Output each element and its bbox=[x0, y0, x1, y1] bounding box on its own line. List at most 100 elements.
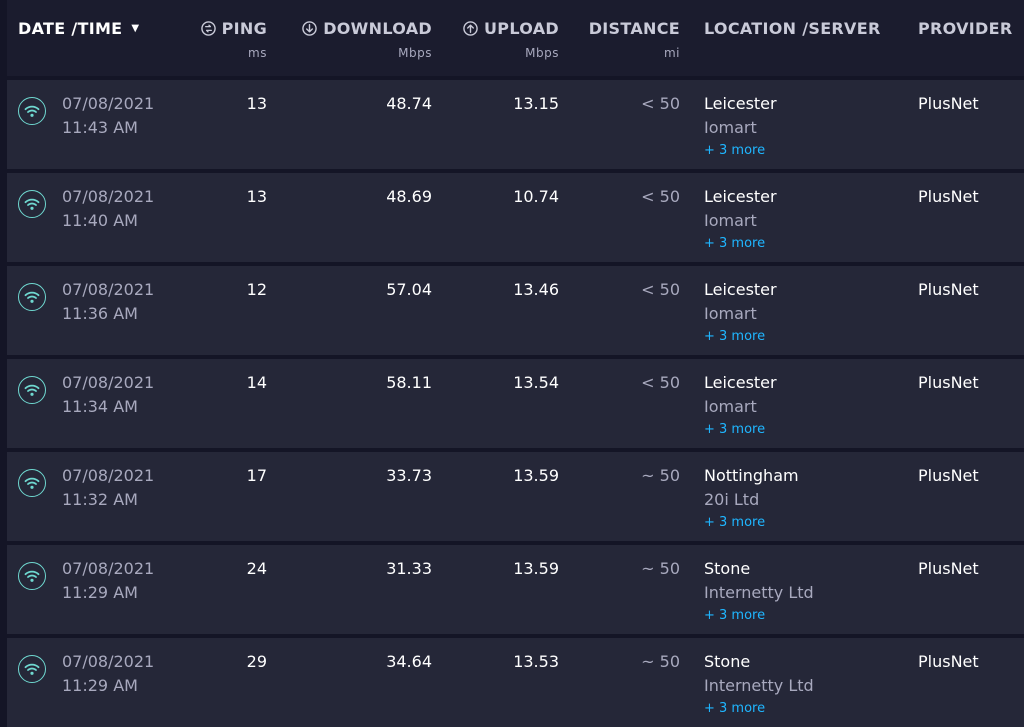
result-date: 07/08/2021 bbox=[62, 559, 155, 578]
wifi-icon bbox=[18, 283, 46, 311]
distance-value: < 50 bbox=[641, 280, 680, 299]
result-time: 11:43 AM bbox=[62, 118, 138, 137]
column-location[interactable]: LOCATION /SERVER bbox=[704, 19, 881, 38]
location-header-label: LOCATION /SERVER bbox=[704, 19, 881, 38]
result-date: 07/08/2021 bbox=[62, 466, 155, 485]
column-distance[interactable]: DISTANCE mi bbox=[582, 19, 680, 60]
column-download[interactable]: DOWNLOAD Mbps bbox=[297, 19, 432, 60]
more-servers-link[interactable]: + 3 more bbox=[704, 143, 765, 158]
provider-header-label: PROVIDER bbox=[918, 19, 1013, 38]
table-row[interactable]: 07/08/2021 11:29 AM 29 34.64 13.53 ~ 50 … bbox=[7, 638, 1024, 727]
column-datetime[interactable]: DATE /TIME ▼ bbox=[18, 19, 139, 38]
ping-value: 24 bbox=[246, 559, 267, 578]
column-ping[interactable]: PING ms bbox=[197, 19, 267, 60]
table-row[interactable]: 07/08/2021 11:29 AM 24 31.33 13.59 ~ 50 … bbox=[7, 545, 1024, 634]
download-value: 48.69 bbox=[386, 187, 432, 206]
table-row[interactable]: 07/08/2021 11:36 AM 12 57.04 13.46 < 50 … bbox=[7, 266, 1024, 355]
upload-value: 13.59 bbox=[513, 466, 559, 485]
download-value: 48.74 bbox=[386, 94, 432, 113]
download-header-label: DOWNLOAD bbox=[323, 19, 432, 38]
distance-unit: mi bbox=[663, 46, 680, 60]
wifi-icon bbox=[18, 469, 46, 497]
provider-value: PlusNet bbox=[918, 280, 979, 299]
result-time: 11:32 AM bbox=[62, 490, 138, 509]
ping-value: 14 bbox=[246, 373, 267, 392]
wifi-icon bbox=[18, 655, 46, 683]
results-table: DATE /TIME ▼ PING ms DOWNLOAD Mbps UPLOA… bbox=[7, 0, 1024, 727]
distance-value: < 50 bbox=[641, 187, 680, 206]
distance-header-label: DISTANCE bbox=[588, 19, 680, 38]
ping-value: 29 bbox=[246, 652, 267, 671]
wifi-icon bbox=[18, 190, 46, 218]
provider-value: PlusNet bbox=[918, 94, 979, 113]
more-servers-link[interactable]: + 3 more bbox=[704, 422, 765, 437]
more-servers-link[interactable]: + 3 more bbox=[704, 236, 765, 251]
result-date: 07/08/2021 bbox=[62, 187, 155, 206]
ping-value: 13 bbox=[246, 187, 267, 206]
provider-value: PlusNet bbox=[918, 373, 979, 392]
provider-value: PlusNet bbox=[918, 187, 979, 206]
ping-value: 12 bbox=[246, 280, 267, 299]
result-date: 07/08/2021 bbox=[62, 373, 155, 392]
column-upload[interactable]: UPLOAD Mbps bbox=[447, 19, 559, 60]
download-value: 33.73 bbox=[386, 466, 432, 485]
download-value: 31.33 bbox=[386, 559, 432, 578]
server-city: Leicester bbox=[704, 187, 777, 206]
result-time: 11:40 AM bbox=[62, 211, 138, 230]
upload-value: 13.53 bbox=[513, 652, 559, 671]
result-date: 07/08/2021 bbox=[62, 652, 155, 671]
server-sponsor: Iomart bbox=[704, 397, 757, 416]
table-header: DATE /TIME ▼ PING ms DOWNLOAD Mbps UPLOA… bbox=[7, 0, 1024, 76]
distance-value: ~ 50 bbox=[641, 466, 680, 485]
server-city: Stone bbox=[704, 559, 751, 578]
server-sponsor: Internetty Ltd bbox=[704, 676, 814, 695]
upload-value: 13.59 bbox=[513, 559, 559, 578]
upload-arrow-icon bbox=[463, 21, 478, 36]
ping-value: 13 bbox=[246, 94, 267, 113]
server-sponsor: Iomart bbox=[704, 304, 757, 323]
more-servers-link[interactable]: + 3 more bbox=[704, 515, 765, 530]
provider-value: PlusNet bbox=[918, 466, 979, 485]
upload-value: 10.74 bbox=[513, 187, 559, 206]
upload-value: 13.46 bbox=[513, 280, 559, 299]
table-row[interactable]: 07/08/2021 11:43 AM 13 48.74 13.15 < 50 … bbox=[7, 80, 1024, 169]
provider-value: PlusNet bbox=[918, 652, 979, 671]
table-row[interactable]: 07/08/2021 11:32 AM 17 33.73 13.59 ~ 50 … bbox=[7, 452, 1024, 541]
server-sponsor: Iomart bbox=[704, 211, 757, 230]
ping-value: 17 bbox=[246, 466, 267, 485]
server-city: Leicester bbox=[704, 373, 777, 392]
more-servers-link[interactable]: + 3 more bbox=[704, 701, 765, 716]
table-row[interactable]: 07/08/2021 11:40 AM 13 48.69 10.74 < 50 … bbox=[7, 173, 1024, 262]
more-servers-link[interactable]: + 3 more bbox=[704, 608, 765, 623]
download-value: 58.11 bbox=[386, 373, 432, 392]
column-provider[interactable]: PROVIDER bbox=[918, 19, 1013, 38]
server-city: Leicester bbox=[704, 280, 777, 299]
table-row[interactable]: 07/08/2021 11:34 AM 14 58.11 13.54 < 50 … bbox=[7, 359, 1024, 448]
download-value: 34.64 bbox=[386, 652, 432, 671]
upload-value: 13.54 bbox=[513, 373, 559, 392]
distance-value: ~ 50 bbox=[641, 652, 680, 671]
distance-value: ~ 50 bbox=[641, 559, 680, 578]
ping-unit: ms bbox=[248, 46, 267, 60]
result-time: 11:29 AM bbox=[62, 676, 138, 695]
ping-icon bbox=[200, 21, 216, 36]
upload-header-label: UPLOAD bbox=[484, 19, 559, 38]
result-date: 07/08/2021 bbox=[62, 94, 155, 113]
server-city: Nottingham bbox=[704, 466, 799, 485]
download-unit: Mbps bbox=[398, 46, 432, 60]
server-sponsor: Iomart bbox=[704, 118, 757, 137]
datetime-header-label: DATE /TIME bbox=[18, 19, 123, 38]
wifi-icon bbox=[18, 562, 46, 590]
server-sponsor: Internetty Ltd bbox=[704, 583, 814, 602]
distance-value: < 50 bbox=[641, 94, 680, 113]
download-value: 57.04 bbox=[386, 280, 432, 299]
caret-down-icon[interactable]: ▼ bbox=[131, 23, 139, 34]
wifi-icon bbox=[18, 376, 46, 404]
result-time: 11:34 AM bbox=[62, 397, 138, 416]
result-date: 07/08/2021 bbox=[62, 280, 155, 299]
upload-value: 13.15 bbox=[513, 94, 559, 113]
more-servers-link[interactable]: + 3 more bbox=[704, 329, 765, 344]
result-time: 11:36 AM bbox=[62, 304, 138, 323]
download-arrow-icon bbox=[302, 21, 317, 36]
server-city: Leicester bbox=[704, 94, 777, 113]
